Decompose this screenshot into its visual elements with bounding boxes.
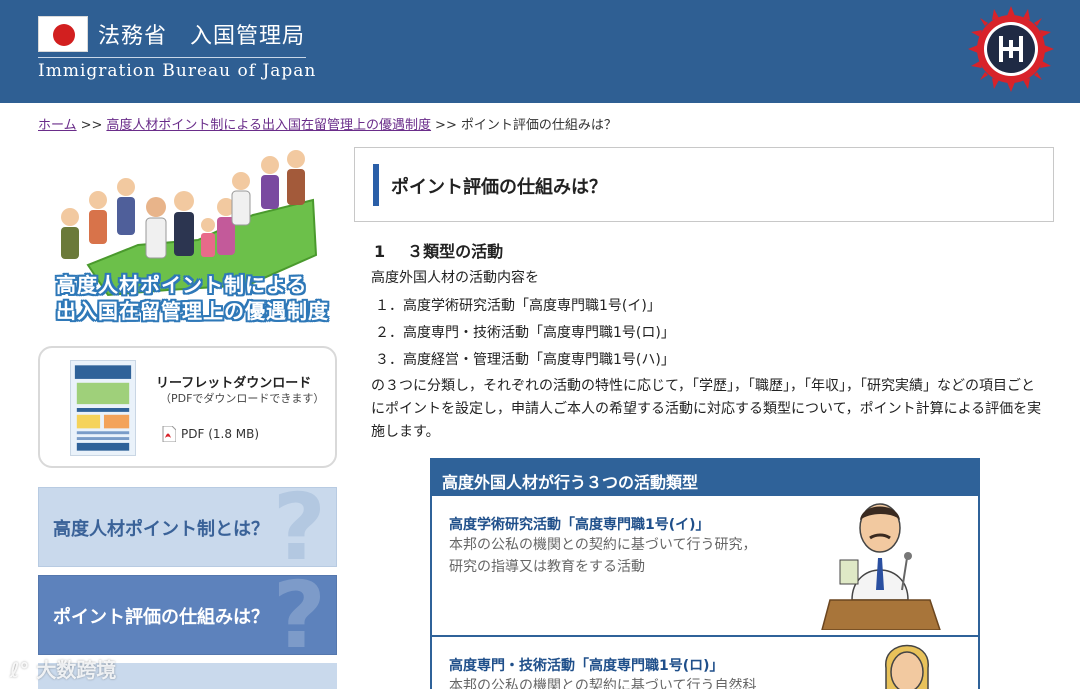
question-mark-icon: ? — [272, 575, 326, 655]
breadcrumb-parent-link[interactable]: 高度人材ポイント制による出入国在留管理上の優遇制度 — [106, 118, 431, 133]
leaflet-download-card: リーフレットダウンロード （PDFでダウンロードできます） PDF (1.8 M… — [38, 346, 337, 468]
types-box-title: 高度外国人材が行う３つの活動類型 — [442, 473, 699, 492]
section-title: ３類型の活動 — [407, 242, 504, 261]
leaflet-subtitle: （PDFでダウンロードできます） — [160, 392, 325, 405]
activity-types-box: 高度外国人材が行う３つの活動類型 高度学術研究活動「高度専門職1号(イ)」 本邦… — [430, 458, 980, 689]
type-title: 高度学術研究活動「高度専門職1号(イ)」 — [449, 517, 710, 533]
breadcrumb-home-link[interactable]: ホーム — [38, 118, 77, 133]
leaflet-title: リーフレットダウンロード — [156, 376, 312, 391]
nav-button-what-is-point-system[interactable]: ? 高度人材ポイント制とは？ — [38, 487, 337, 567]
hero-caption[interactable]: 高度人材ポイント制による 出入国在留管理上の優遇制度 — [56, 272, 346, 324]
breadcrumb-current: ポイント評価の仕組みは？ — [460, 118, 617, 133]
description-paragraph: の３つに分類し，それぞれの活動の特性に応じて，「学歴」，「職歴」，「年収」，「研… — [371, 378, 1042, 440]
activity-item: ２．高度専門・技術活動「高度専門職1号(ロ)」 — [375, 325, 675, 341]
type-title: 高度専門・技術活動「高度専門職1号(ロ)」 — [449, 658, 724, 674]
title-accent-bar — [373, 164, 379, 206]
section-number: 1 — [374, 242, 386, 261]
page-title: ポイント評価の仕組みは？ — [391, 177, 607, 198]
hero-caption-line1: 高度人材ポイント制による — [56, 273, 308, 297]
breadcrumb-separator: >> — [80, 118, 103, 133]
page-title-box: ポイント評価の仕組みは？ — [354, 147, 1054, 222]
nav-button-label: 高度人材ポイント制とは？ — [53, 519, 269, 540]
bureau-english-name[interactable]: Immigration Bureau of Japan — [38, 61, 316, 81]
type-description: 本邦の公私の機関との契約に基づいて行う研究， — [449, 537, 757, 553]
japan-flag-icon — [38, 16, 88, 52]
types-box-header: 高度外国人材が行う３つの活動類型 — [432, 460, 978, 496]
ministry-name[interactable]: 法務省 入国管理局 — [98, 18, 305, 50]
header-divider — [38, 57, 306, 58]
type-description: 本邦の公私の機関との契約に基づいて行う自然科 — [449, 678, 757, 689]
intro-text: 高度外国人材の活動内容を — [371, 270, 539, 286]
watermark: ℓ° 大数跨境 — [10, 654, 116, 683]
hero-caption-line2: 出入国在留管理上の優遇制度 — [56, 299, 329, 323]
bureau-emblem-icon — [968, 6, 1054, 92]
activity-item: ３．高度経営・管理活動「高度専門職1号(ハ)」 — [375, 352, 675, 368]
types-divider — [432, 635, 978, 637]
researcher-illustration — [821, 503, 941, 630]
question-mark-icon: ? — [272, 487, 326, 567]
site-header: 法務省 入国管理局 Immigration Bureau of Japan — [0, 0, 1080, 103]
nav-button-point-evaluation[interactable]: ? ポイント評価の仕組みは？ — [38, 575, 337, 655]
pdf-download-link[interactable]: PDF (1.8 MB) — [181, 427, 259, 441]
engineer-illustration — [885, 644, 929, 689]
pdf-file-icon[interactable] — [162, 426, 176, 442]
watermark-logo-icon: ℓ° — [10, 658, 30, 682]
breadcrumb-separator: >> — [435, 118, 457, 133]
activity-item: １．高度学術研究活動「高度専門職1号(イ)」 — [375, 298, 661, 314]
section-heading: 1 ３類型の活動 — [374, 238, 503, 262]
watermark-text: 大数跨境 — [36, 658, 117, 682]
nav-button-label: ポイント評価の仕組みは？ — [53, 607, 269, 628]
leaflet-thumbnail[interactable] — [70, 360, 136, 456]
type-description: 研究の指導又は教育をする活動 — [449, 559, 645, 575]
breadcrumb: ホーム >> 高度人材ポイント制による出入国在留管理上の優遇制度 >> ポイント評価の仕… — [38, 114, 617, 133]
